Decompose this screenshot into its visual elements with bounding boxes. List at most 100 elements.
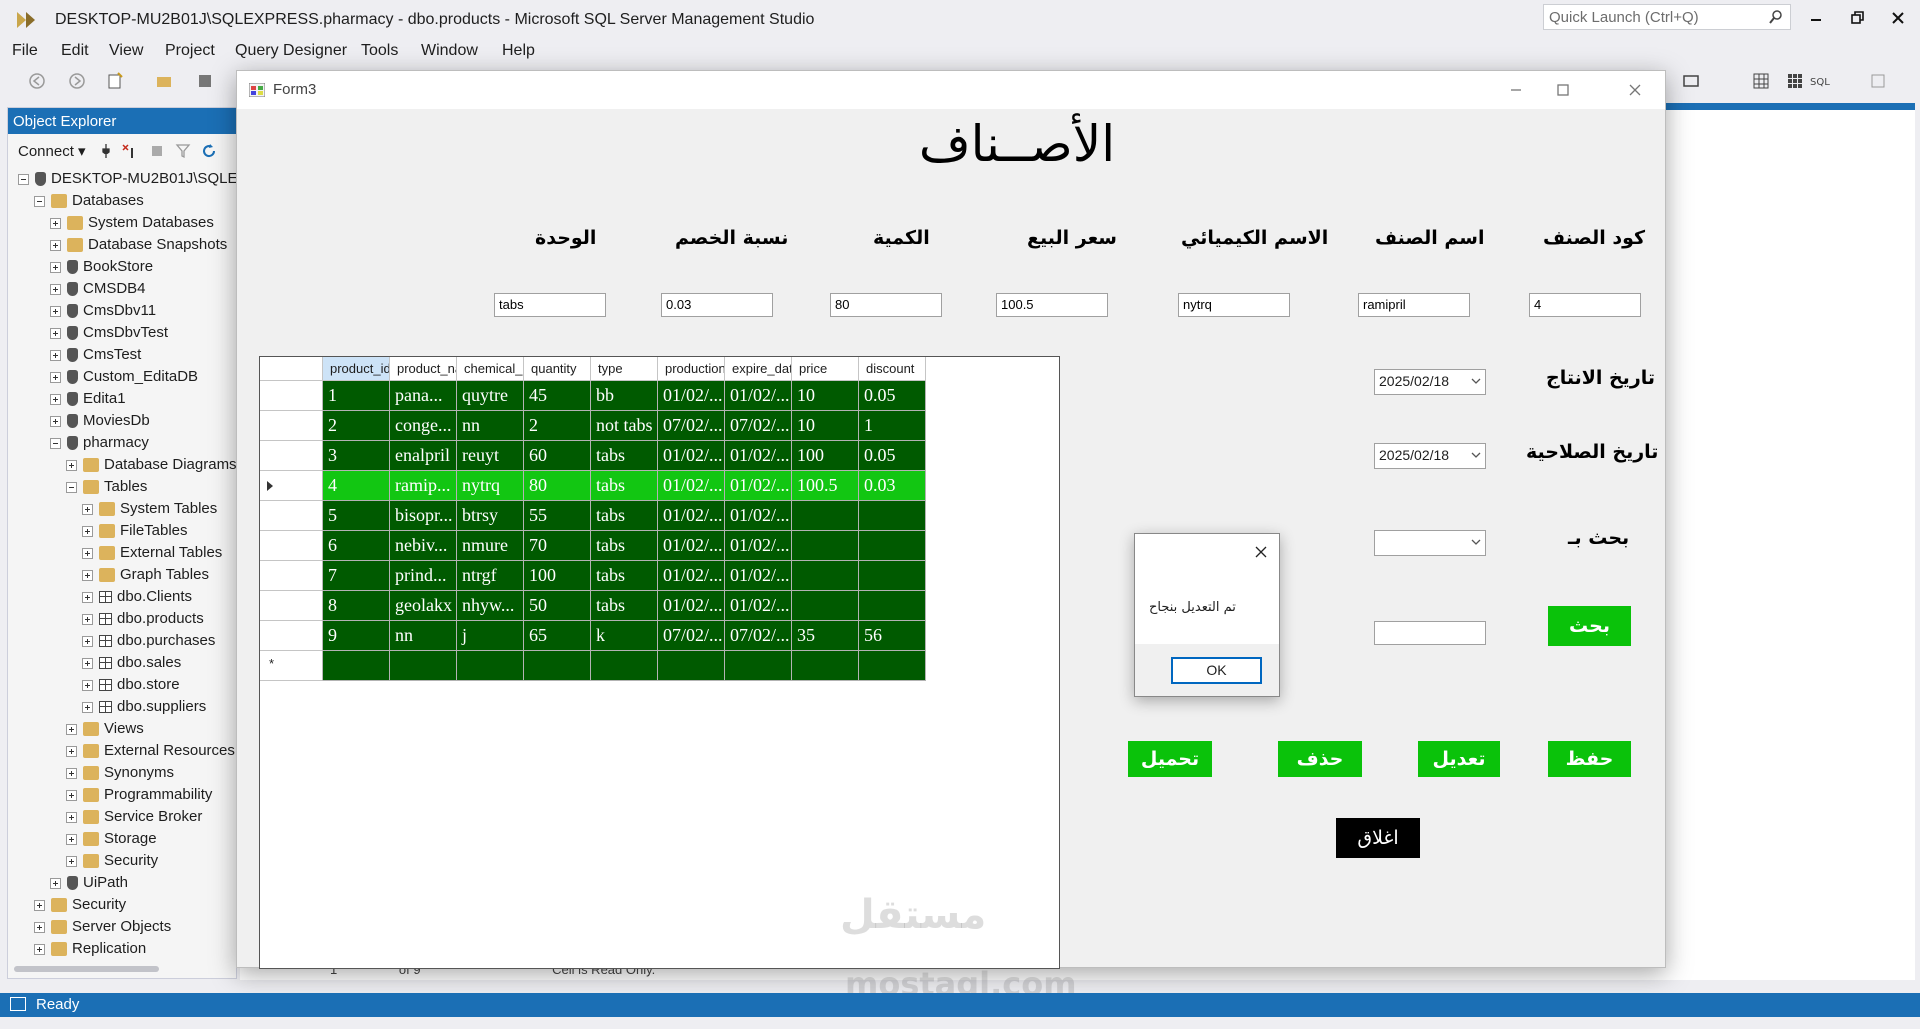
table-cell[interactable]: btrsy	[457, 501, 524, 531]
properties-icon[interactable]	[1869, 72, 1887, 90]
table-cell[interactable]: tabs	[591, 591, 658, 621]
table-cell[interactable]: 01/02/...	[658, 441, 725, 471]
table-cell[interactable]: bb	[591, 381, 658, 411]
expand-icon[interactable]	[50, 371, 61, 383]
ok-button[interactable]: OK	[1171, 657, 1262, 684]
table-cell[interactable]: 6	[323, 531, 390, 561]
expand-icon[interactable]	[82, 591, 93, 603]
grid-corner[interactable]	[260, 357, 323, 381]
table-cell[interactable]: 3	[323, 441, 390, 471]
row-header[interactable]	[260, 531, 323, 561]
column-header[interactable]: expire_date	[725, 357, 792, 381]
expand-icon[interactable]	[66, 745, 77, 757]
tree-item[interactable]: Server Objects	[34, 918, 171, 940]
table-cell[interactable]: nn	[457, 411, 524, 441]
table-cell[interactable]: geolakx	[390, 591, 457, 621]
expand-icon[interactable]	[50, 261, 61, 273]
tree-item[interactable]: dbo.suppliers	[82, 698, 206, 720]
expand-icon[interactable]	[82, 525, 93, 537]
expiry-date-picker[interactable]: 2025/02/18	[1374, 443, 1486, 469]
table-cell[interactable]: 01/02/...	[658, 471, 725, 501]
table-cell[interactable]	[792, 561, 859, 591]
table-cell[interactable]: 01/02/...	[658, 501, 725, 531]
table-cell[interactable]: conge...	[390, 411, 457, 441]
expand-icon[interactable]	[66, 459, 77, 471]
grid-view-icon[interactable]	[1786, 72, 1804, 90]
production-date-picker[interactable]: 2025/02/18	[1374, 369, 1486, 395]
expand-icon[interactable]	[34, 899, 45, 911]
expand-icon[interactable]	[50, 349, 61, 361]
table-cell[interactable]: 10	[792, 411, 859, 441]
tree-item[interactable]: CmsDbv11	[50, 302, 156, 324]
table-cell[interactable]: 60	[524, 441, 591, 471]
table-cell[interactable]: 07/02/...	[725, 621, 792, 651]
column-header[interactable]: price	[792, 357, 859, 381]
table-cell[interactable]: 01/02/...	[725, 501, 792, 531]
table-cell[interactable]: ramip...	[390, 471, 457, 501]
tree-item[interactable]: CmsDbvTest	[50, 324, 168, 346]
tree-item[interactable]: Replication	[34, 940, 146, 962]
tree-item[interactable]: Programmability	[66, 786, 212, 808]
table-cell[interactable]	[792, 531, 859, 561]
filter-icon[interactable]	[175, 143, 191, 159]
form-maximize-icon[interactable]	[1554, 81, 1572, 99]
table-cell[interactable]: nn	[390, 621, 457, 651]
expand-icon[interactable]	[82, 679, 93, 691]
table-cell[interactable]: 0.05	[859, 381, 926, 411]
tree-item[interactable]: dbo.purchases	[82, 632, 215, 654]
table-cell[interactable]	[859, 561, 926, 591]
expand-icon[interactable]	[82, 657, 93, 669]
minimize-icon[interactable]	[1806, 8, 1826, 28]
table-cell[interactable]: tabs	[591, 531, 658, 561]
tree-item[interactable]: Service Broker	[66, 808, 202, 830]
tree-item[interactable]: Views	[66, 720, 144, 742]
column-header[interactable]: chemical_na	[457, 357, 524, 381]
tree-item[interactable]: Database Snapshots	[50, 236, 227, 258]
tree-item[interactable]: FileTables	[82, 522, 188, 544]
column-header[interactable]: production_	[658, 357, 725, 381]
table-cell[interactable]	[859, 591, 926, 621]
expand-icon[interactable]	[66, 789, 77, 801]
tree-item[interactable]: CMSDB4	[50, 280, 146, 302]
table-cell[interactable]: reuyt	[457, 441, 524, 471]
table-cell[interactable]	[725, 651, 792, 681]
menu-file[interactable]: File	[12, 42, 38, 60]
expand-icon[interactable]	[82, 547, 93, 559]
table-cell[interactable]: 1	[323, 381, 390, 411]
table-cell[interactable]	[658, 651, 725, 681]
open-file-icon[interactable]	[155, 72, 173, 90]
back-icon[interactable]	[28, 72, 46, 90]
table-cell[interactable]	[792, 501, 859, 531]
grid-results-icon[interactable]	[1752, 72, 1770, 90]
product-code-field[interactable]: 4	[1529, 293, 1641, 317]
refresh-icon[interactable]	[201, 143, 217, 159]
connect-plug-icon[interactable]	[98, 143, 114, 159]
table-cell[interactable]: 1	[859, 411, 926, 441]
layout-icon[interactable]	[1682, 72, 1700, 90]
row-header[interactable]	[260, 471, 323, 501]
table-cell[interactable]: j	[457, 621, 524, 651]
table-cell[interactable]: pana...	[390, 381, 457, 411]
row-header[interactable]	[260, 501, 323, 531]
row-header[interactable]	[260, 381, 323, 411]
table-cell[interactable]: 9	[323, 621, 390, 651]
tree-item[interactable]: pharmacy	[50, 434, 149, 456]
table-cell[interactable]: 01/02/...	[725, 381, 792, 411]
tree-item[interactable]: Databases	[34, 192, 144, 214]
row-header[interactable]	[260, 561, 323, 591]
table-cell[interactable]: 07/02/...	[658, 411, 725, 441]
table-cell[interactable]: 2	[323, 411, 390, 441]
expand-icon[interactable]	[66, 767, 77, 779]
table-cell[interactable]: 4	[323, 471, 390, 501]
products-data-grid[interactable]: product_idproduct_narchemical_naquantity…	[259, 356, 1060, 969]
expand-icon[interactable]	[50, 877, 61, 889]
collapse-icon[interactable]	[34, 195, 45, 207]
table-cell[interactable]: 45	[524, 381, 591, 411]
table-cell[interactable]: 80	[524, 471, 591, 501]
table-cell[interactable]: 01/02/...	[658, 531, 725, 561]
table-cell[interactable]: enalpril	[390, 441, 457, 471]
search-input[interactable]	[1374, 621, 1486, 645]
tree-item[interactable]: External Tables	[82, 544, 222, 566]
table-cell[interactable]: 55	[524, 501, 591, 531]
table-cell[interactable]: 01/02/...	[658, 561, 725, 591]
